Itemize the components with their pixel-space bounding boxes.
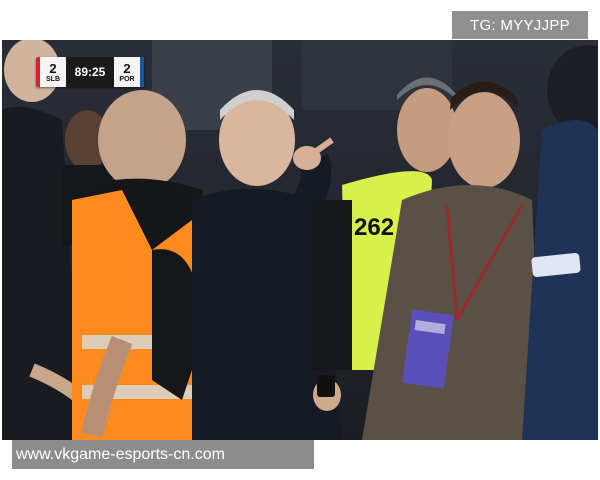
away-team-abbr: POR [119,75,135,83]
scoreboard: 2 SLB 89:25 2 POR [36,57,144,87]
away-score: 2 [123,60,131,76]
away-team: 2 POR [114,57,144,87]
photo-scene: 262 [2,40,598,440]
top-right-watermark: TG: MYYJJPP [452,11,588,39]
match-clock: 89:25 [66,57,114,87]
home-team: 2 SLB [36,57,66,87]
home-score: 2 [49,60,57,76]
photo: 262 [2,40,598,440]
home-team-abbr: SLB [46,75,60,83]
steward-bib-number: 262 [354,214,394,241]
bottom-left-watermark: www.vkgame-esports-cn.com [12,440,314,469]
